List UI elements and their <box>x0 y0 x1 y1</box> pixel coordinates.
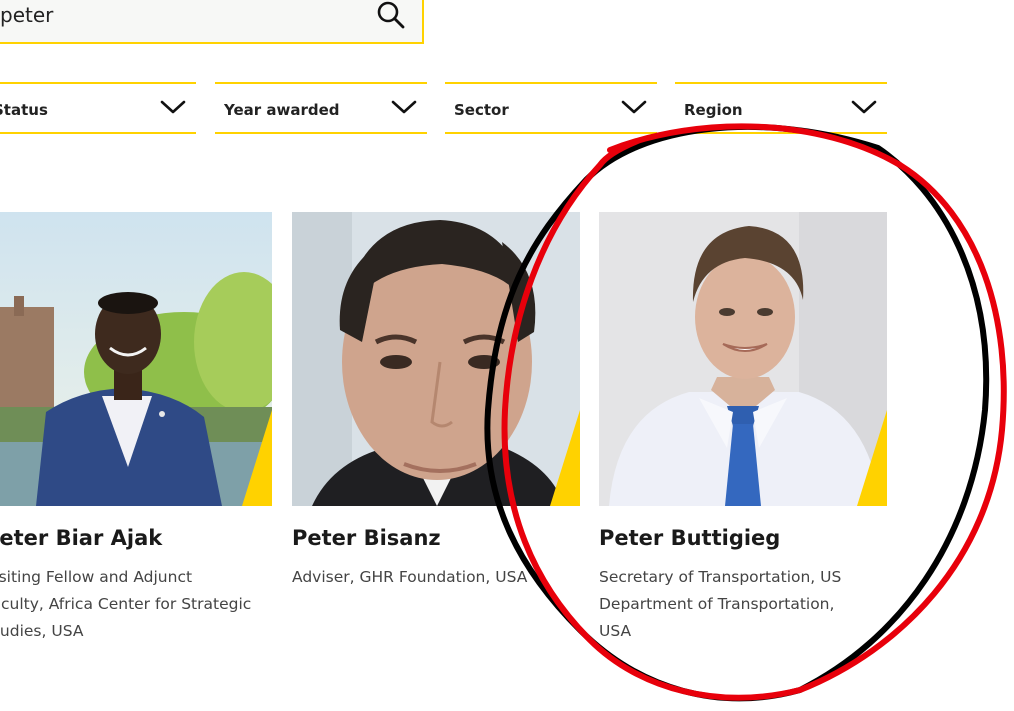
profile-photo[interactable] <box>599 212 887 506</box>
profile-role-line: Faculty, Africa Center for Strategic <box>0 595 252 613</box>
chevron-down-icon <box>851 98 877 116</box>
profile-role-line: Visiting Fellow and Adjunct <box>0 568 193 586</box>
chevron-down-icon <box>621 98 647 116</box>
search-input[interactable] <box>0 0 360 30</box>
search-icon[interactable] <box>376 0 406 30</box>
profile-role: Visiting Fellow and Adjunct Faculty, Afr… <box>0 564 264 645</box>
profile-name[interactable]: Peter Biar Ajak <box>0 526 162 550</box>
filter-year-awarded-label: Year awarded <box>224 101 340 119</box>
filter-region-label: Region <box>684 101 743 119</box>
profile-name[interactable]: Peter Buttigieg <box>599 526 780 550</box>
profile-role: Secretary of Transportation, US Departme… <box>599 564 879 645</box>
filter-region[interactable]: Region <box>675 82 887 134</box>
profile-role-line: Department of Transportation, <box>599 595 835 613</box>
chevron-down-icon <box>391 98 417 116</box>
chevron-down-icon <box>160 98 186 116</box>
filter-sector-label: Sector <box>454 101 509 119</box>
profile-role-line: Studies, USA <box>0 622 84 640</box>
profile-role-line: USA <box>599 622 632 640</box>
profile-role: Adviser, GHR Foundation, USA <box>292 564 572 591</box>
profile-photo[interactable] <box>292 212 580 506</box>
filter-status[interactable]: Status <box>0 82 196 134</box>
filter-year-awarded[interactable]: Year awarded <box>215 82 427 134</box>
filter-sector[interactable]: Sector <box>445 82 657 134</box>
profile-role-line: Adviser, GHR Foundation, USA <box>292 568 528 586</box>
profile-photo[interactable] <box>0 212 272 506</box>
search-bar <box>0 0 424 44</box>
filter-status-label: Status <box>0 101 48 119</box>
profile-name[interactable]: Peter Bisanz <box>292 526 441 550</box>
profile-role-line: Secretary of Transportation, US <box>599 568 842 586</box>
